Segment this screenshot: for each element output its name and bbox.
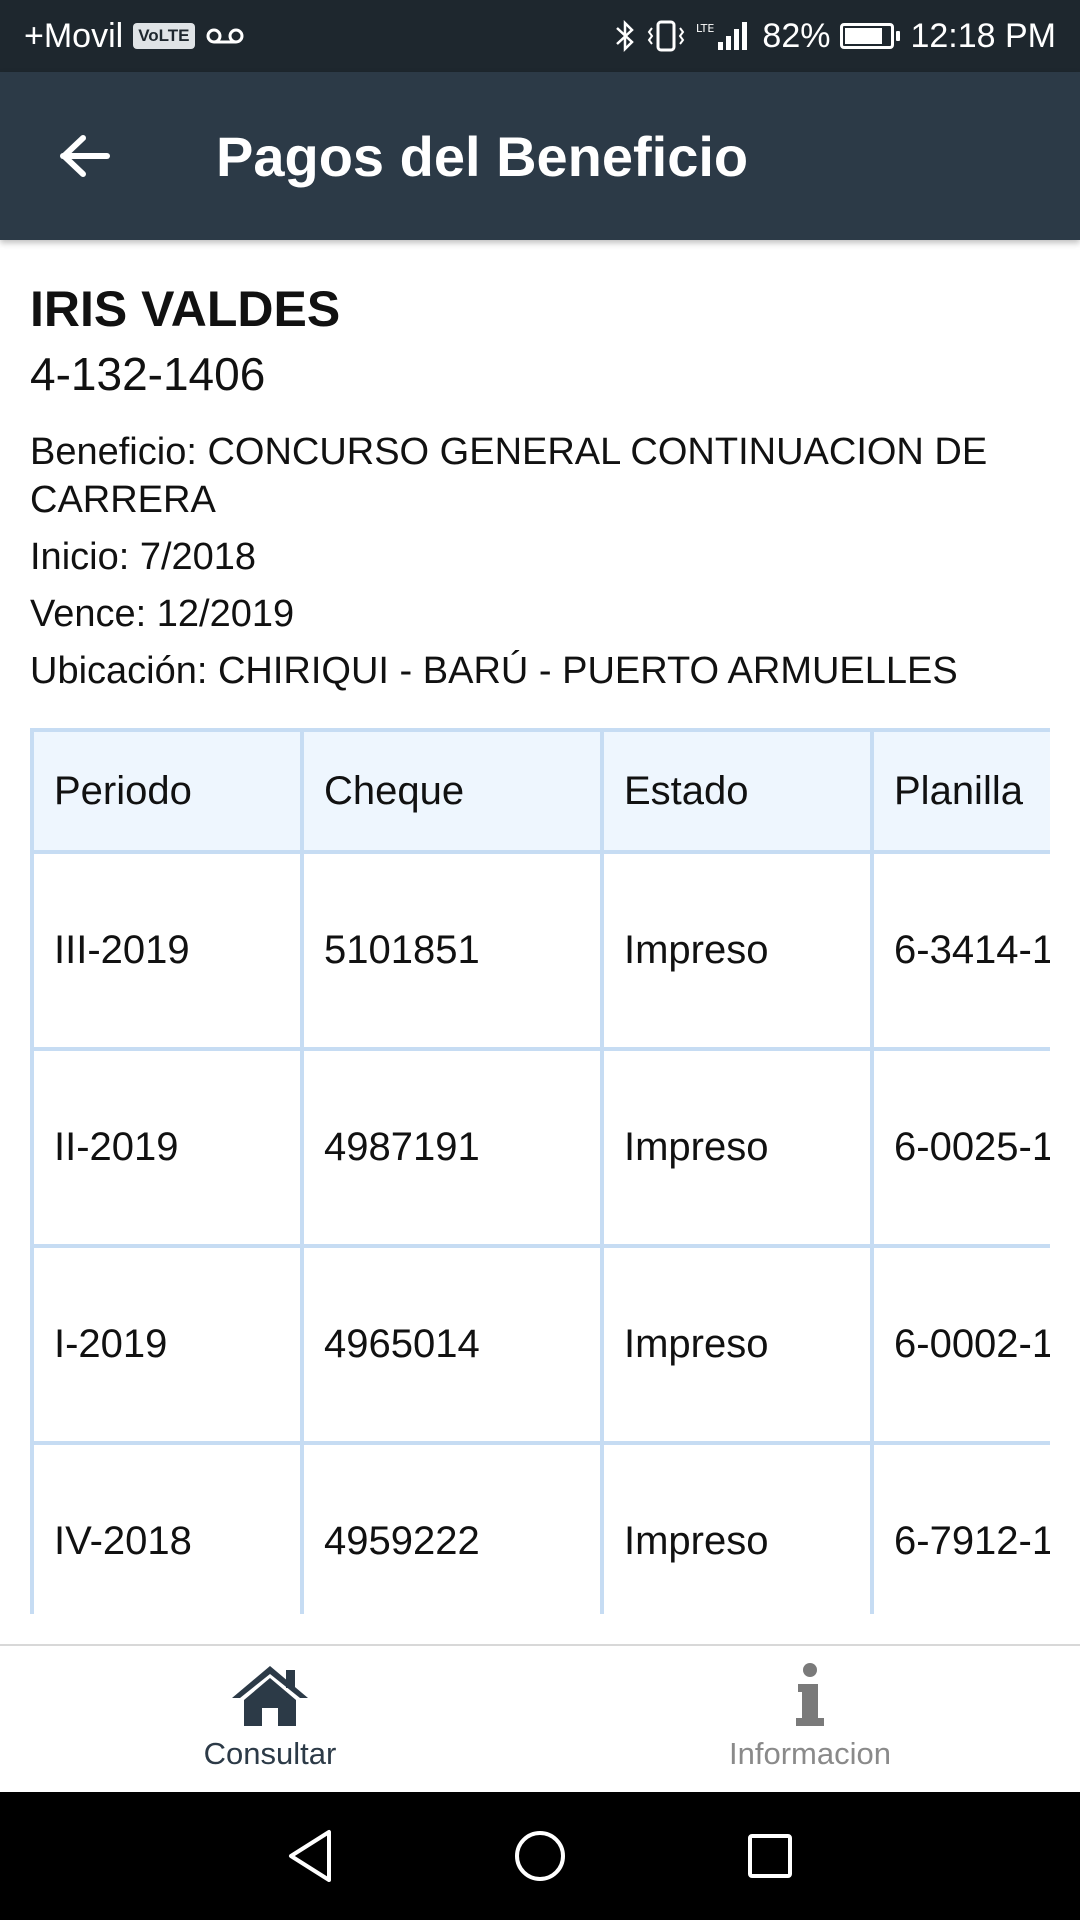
start-date: Inicio: 7/2018	[30, 536, 257, 578]
volte-badge: VoLTE	[133, 23, 195, 49]
beneficiary-details: IRIS VALDES 4-132-1406 Beneficio: CONCUR…	[30, 276, 1050, 731]
carrier-label: +Movil	[24, 16, 124, 55]
cell-estado: Impreso	[600, 1244, 874, 1445]
benefit-name: Beneficio: CONCURSO GENERAL CONTINUACION…	[30, 431, 988, 521]
column-header-periodo: Periodo	[30, 728, 304, 854]
app-bar: Pagos del Beneficio	[0, 72, 1080, 240]
page-title: Pagos del Beneficio	[216, 124, 749, 188]
cell-cheque: 4987191	[300, 1047, 604, 1248]
home-icon	[232, 1666, 308, 1726]
cell-periodo: I-2019	[30, 1244, 304, 1445]
table-row: III-2019 5101851 Impreso 6-3414-1	[30, 850, 1050, 1051]
cell-cheque: 4965014	[300, 1244, 604, 1445]
clock: 12:18 PM	[910, 16, 1056, 55]
square-recents-icon	[748, 1834, 792, 1878]
payments-table: Periodo Cheque Estado Planilla III-2019 …	[30, 728, 1050, 1614]
battery-level	[845, 28, 882, 44]
cell-estado: Impreso	[600, 1441, 874, 1614]
arrow-left-icon	[60, 135, 110, 177]
location: Ubicación: CHIRIQUI - BARÚ - PUERTO ARMU…	[30, 650, 958, 692]
info-icon	[796, 1663, 824, 1726]
battery-icon	[840, 23, 901, 49]
table-row: I-2019 4965014 Impreso 6-0002-1	[30, 1244, 1050, 1445]
cell-planilla: 6-7912-1	[870, 1441, 1050, 1614]
end-date: Vence: 12/2019	[30, 593, 295, 635]
status-right: LTE 82% 12:18 PM	[614, 17, 1056, 56]
nav-consultar[interactable]: Consultar	[0, 1646, 540, 1792]
benefit-info: Beneficio: CONCURSO GENERAL CONTINUACION…	[30, 428, 1050, 695]
beneficiary-name: IRIS VALDES	[30, 281, 341, 337]
column-header-cheque: Cheque	[300, 728, 604, 854]
payments-table-scroll[interactable]: Periodo Cheque Estado Planilla III-2019 …	[30, 728, 1050, 1614]
voicemail-icon	[205, 26, 245, 46]
nav-label-informacion: Informacion	[729, 1736, 891, 1771]
cell-planilla: 6-0025-1	[870, 1047, 1050, 1248]
status-left: +Movil VoLTE	[24, 17, 245, 56]
cell-periodo: II-2019	[30, 1047, 304, 1248]
cell-periodo: IV-2018	[30, 1441, 304, 1614]
table-row: II-2019 4987191 Impreso 6-0025-1	[30, 1047, 1050, 1248]
battery-percent: 82%	[762, 16, 831, 55]
cell-cheque: 5101851	[300, 850, 604, 1051]
system-navigation-bar	[0, 1792, 1080, 1920]
bluetooth-icon	[614, 18, 636, 54]
cell-cheque: 4959222	[300, 1441, 604, 1614]
triangle-back-icon	[289, 1830, 331, 1882]
back-button[interactable]	[40, 111, 130, 201]
nav-label-consultar: Consultar	[203, 1736, 337, 1771]
cell-estado: Impreso	[600, 1047, 874, 1248]
status-bar: +Movil VoLTE LTE 82% 12:18 PM	[0, 0, 1080, 72]
system-recents-button[interactable]	[730, 1816, 810, 1896]
beneficiary-id: 4-132-1406	[30, 348, 266, 400]
cell-planilla: 6-0002-1	[870, 1244, 1050, 1445]
cell-periodo: III-2019	[30, 850, 304, 1051]
circle-home-icon	[515, 1831, 565, 1881]
vibrate-icon	[646, 18, 686, 54]
system-back-button[interactable]	[270, 1816, 350, 1896]
nav-informacion[interactable]: Informacion	[540, 1646, 1080, 1792]
column-header-planilla: Planilla	[870, 728, 1050, 854]
table-header-row: Periodo Cheque Estado Planilla	[30, 728, 1050, 854]
column-header-estado: Estado	[600, 728, 874, 854]
cell-estado: Impreso	[600, 850, 874, 1051]
bottom-navigation: Consultar Informacion	[0, 1644, 1080, 1792]
network-label: LTE	[696, 22, 714, 35]
system-home-button[interactable]	[500, 1816, 580, 1896]
signal-icon: LTE	[696, 18, 752, 54]
cell-planilla: 6-3414-1	[870, 850, 1050, 1051]
table-row: IV-2018 4959222 Impreso 6-7912-1	[30, 1441, 1050, 1614]
